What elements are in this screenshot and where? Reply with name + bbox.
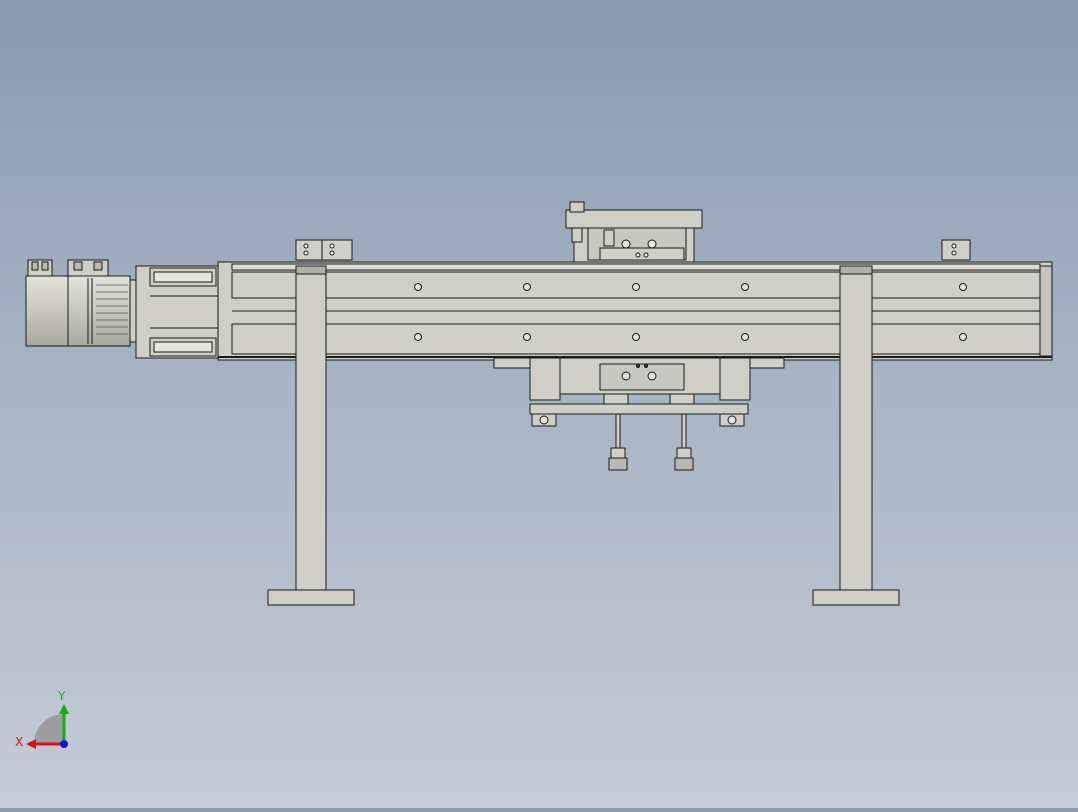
model-canvas[interactable]: Y X (0, 0, 1078, 808)
vacuum-gripper-assembly[interactable] (493, 357, 785, 471)
y-axis-label: Y (57, 689, 66, 703)
sensor-bracket-left[interactable] (295, 239, 353, 261)
linear-rail-beam[interactable] (217, 261, 1053, 361)
triad-quadrant-icon (34, 714, 64, 744)
sensor-bracket-right[interactable] (941, 239, 971, 261)
linear-module-assembly[interactable] (25, 201, 1053, 606)
servo-motor[interactable] (25, 259, 137, 347)
z-axis-icon (60, 740, 68, 748)
top-carriage[interactable] (565, 201, 703, 263)
cad-viewport[interactable]: Y X (0, 0, 1078, 808)
coupling-housing[interactable] (135, 265, 221, 359)
orientation-triad: Y X (15, 689, 69, 749)
x-axis-label: X (15, 735, 23, 749)
